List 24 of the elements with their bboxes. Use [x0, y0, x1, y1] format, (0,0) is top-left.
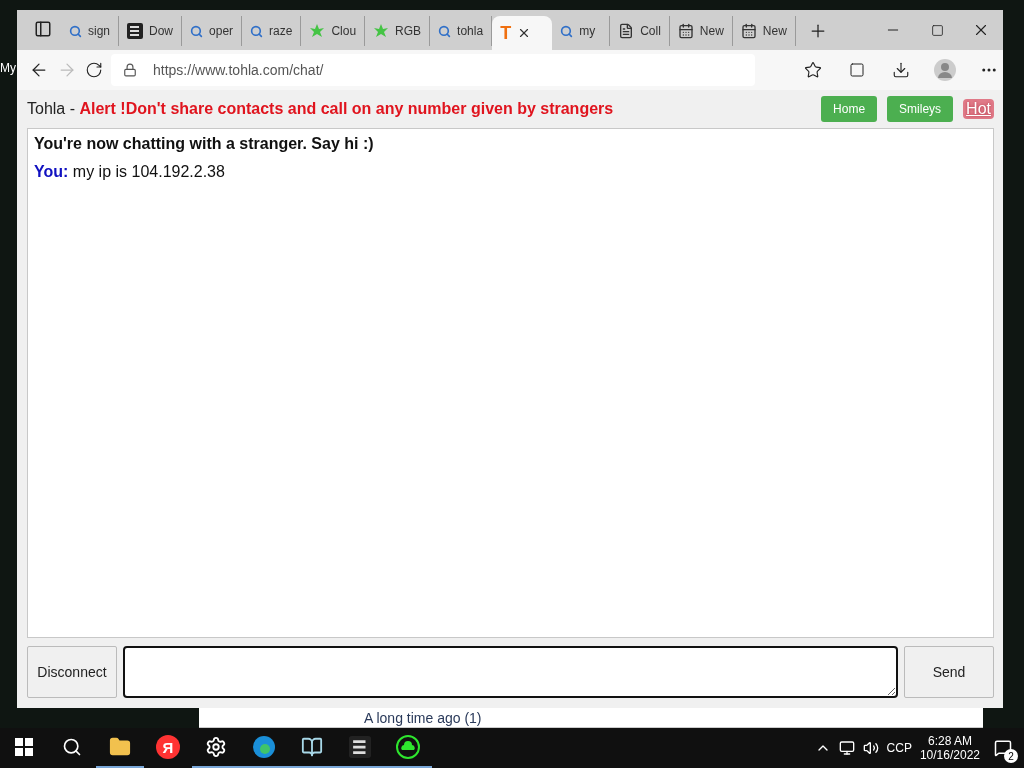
- group-header[interactable]: A long time ago (1): [364, 709, 482, 726]
- browser-tab[interactable]: New: [669, 16, 733, 46]
- browser-tab[interactable]: oper: [182, 16, 243, 46]
- browser-tab[interactable]: New: [732, 16, 796, 46]
- page-title: Tohla - Alert !Don't share contacts and call on any number given by strangers: [27, 100, 615, 118]
- address-field[interactable]: https://www.tohla.com/chat/: [111, 54, 755, 86]
- language-indicator[interactable]: CCP: [886, 741, 912, 755]
- site-logo: T: [500, 22, 512, 44]
- chat-message: You: my ip is 104.192.2.38: [34, 163, 226, 181]
- status-message: You're now chatting with a stranger. Say hi :): [34, 134, 375, 153]
- disconnect-button[interactable]: Disconnect: [27, 646, 117, 698]
- taskbar-app[interactable]: Я: [144, 728, 192, 768]
- browser-tab[interactable]: sign: [61, 16, 119, 46]
- browser-tab[interactable]: Coll: [610, 16, 670, 46]
- browser-tab[interactable]: my: [552, 16, 611, 46]
- browser-icon: Я: [156, 735, 180, 759]
- browser-tab[interactable]: RGB: [365, 16, 431, 46]
- browser-tab[interactable]: Dow: [119, 16, 183, 46]
- browser-tab[interactable]: Clou: [301, 16, 366, 46]
- browser-tab[interactable]: raze: [242, 16, 302, 46]
- clock[interactable]: 6:28 AM 10/16/2022: [919, 734, 980, 762]
- desktop-icon-label[interactable]: My: [0, 61, 16, 75]
- send-button[interactable]: Send: [904, 646, 994, 698]
- notification-count: 2: [1004, 749, 1018, 763]
